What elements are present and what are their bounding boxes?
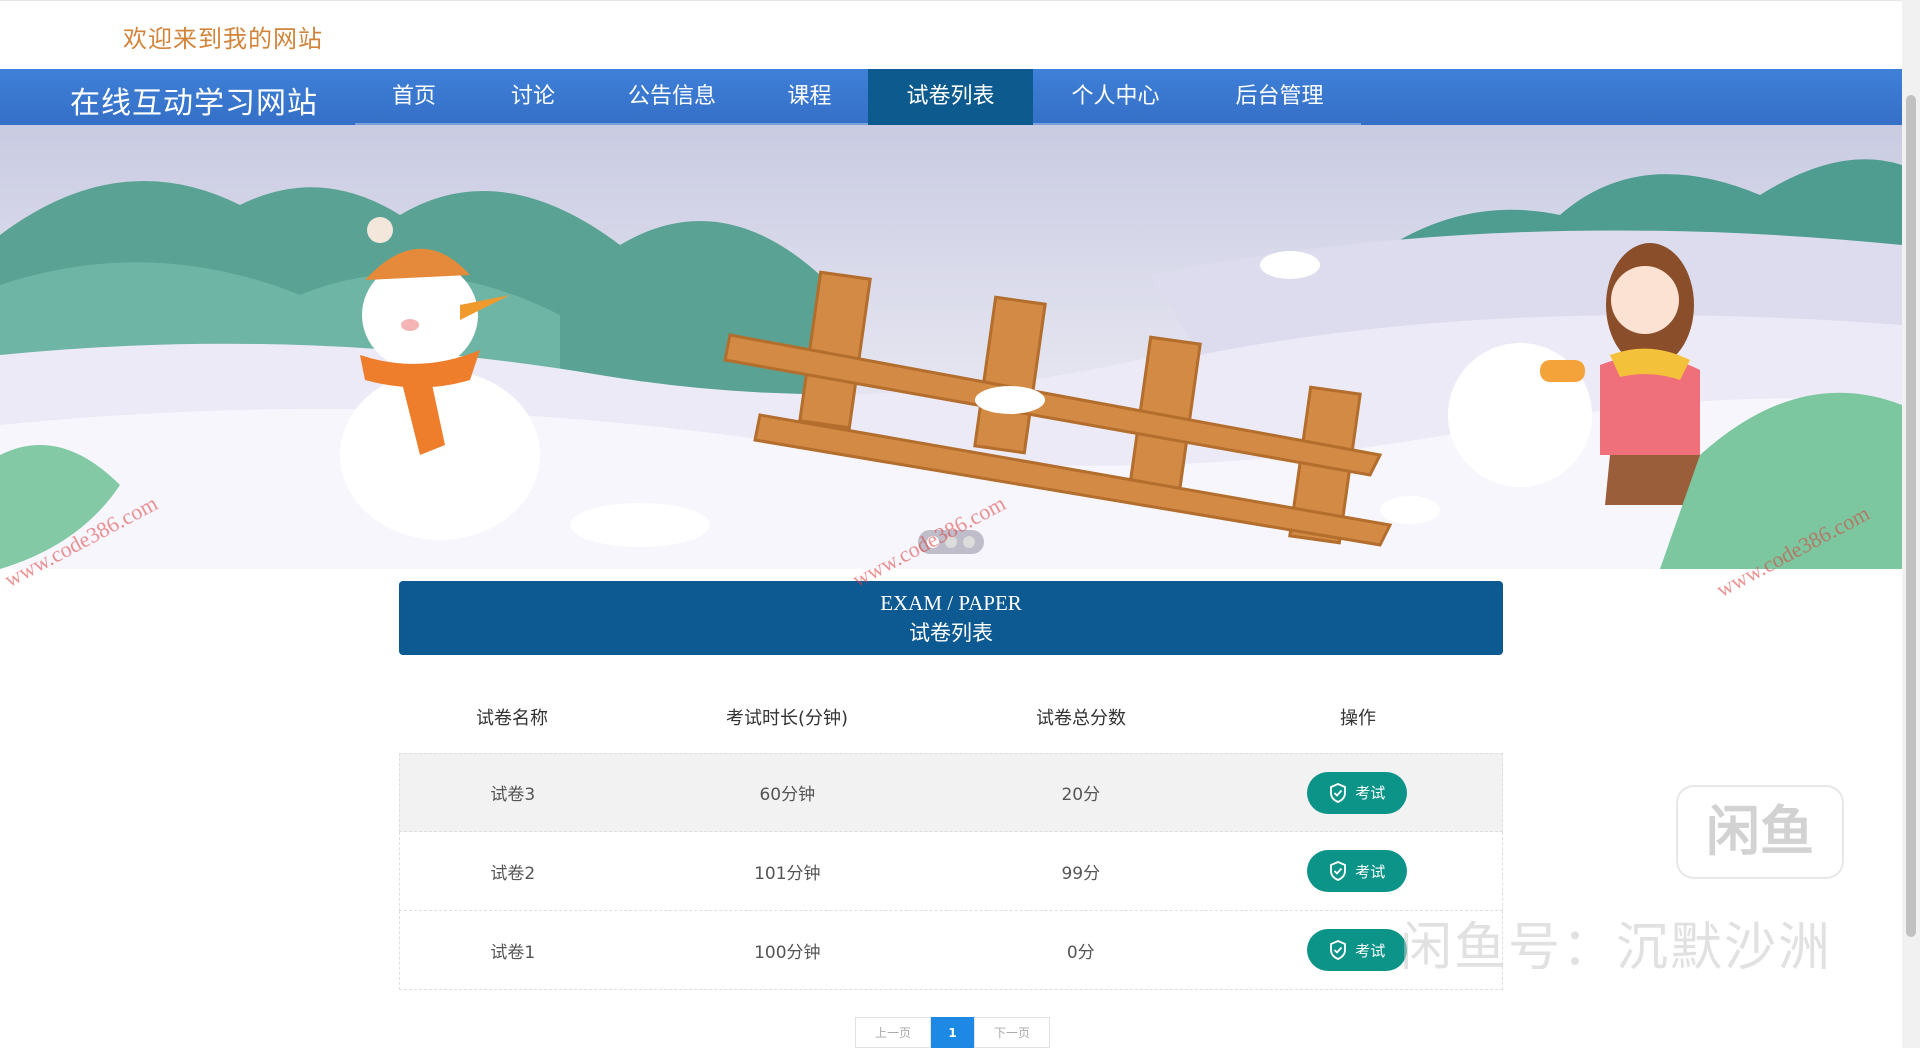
main-nav: 在线互动学习网站 首页 讨论 公告信息 课程 试卷列表 个人中心 后台管理 [0, 69, 1902, 125]
shield-check-icon [1330, 782, 1347, 803]
section-title-cn: 试卷列表 [909, 621, 993, 645]
cell-duration: 101分钟 [754, 863, 821, 884]
next-page-button[interactable]: 下一页 [974, 1017, 1050, 1048]
nav-item-discussion[interactable]: 讨论 [473, 69, 593, 125]
carousel-dot-3[interactable] [963, 536, 975, 548]
cell-action: 考试 [1213, 771, 1502, 814]
welcome-text: 欢迎来到我的网站 [123, 25, 323, 53]
banner-carousel[interactable] [0, 125, 1902, 569]
nav-item-admin[interactable]: 后台管理 [1198, 69, 1361, 125]
take-exam-button[interactable]: 考试 [1307, 850, 1408, 892]
cell-duration: 60分钟 [759, 785, 816, 805]
nav-item-exam-list[interactable]: 试卷列表 [868, 69, 1033, 125]
nav-items: 首页 讨论 公告信息 课程 试卷列表 个人中心 后台管理 [355, 69, 1361, 125]
current-page[interactable]: 1 [931, 1017, 974, 1048]
nav-item-courses[interactable]: 课程 [751, 69, 868, 125]
watermark-logo: 闲鱼 [1676, 785, 1844, 879]
prev-page-button[interactable]: 上一页 [855, 1017, 931, 1048]
watermark-seller: 闲鱼号：沉默沙洲 [1400, 918, 1833, 978]
table-header: 试卷名称 考试时长(分钟) 试卷总分数 操作 [399, 680, 1503, 753]
header-duration: 考试时长(分钟) [725, 707, 849, 729]
cell-action: 考试 [1213, 850, 1502, 892]
cell-exam-name: 试卷3 [490, 785, 536, 805]
header-exam-name: 试卷名称 [476, 707, 548, 729]
take-exam-label: 考试 [1355, 941, 1386, 960]
scrollbar-thumb[interactable] [1906, 95, 1916, 937]
pagination: 上一页 1 下一页 [855, 1017, 1050, 1048]
shield-check-icon [1330, 861, 1347, 881]
cell-total-score: 99分 [1061, 863, 1101, 884]
exam-table: 试卷名称 考试时长(分钟) 试卷总分数 操作 试卷3 60分钟 20分 考试 试… [399, 680, 1503, 990]
section-title-en: EXAM / PAPER [880, 591, 1022, 615]
shield-check-icon [1330, 940, 1347, 960]
cell-total-score: 20分 [1061, 785, 1101, 805]
top-bar: 欢迎来到我的网站 [0, 0, 1902, 69]
header-total-score: 试卷总分数 [1036, 707, 1126, 729]
table-row: 试卷2 101分钟 99分 考试 [399, 832, 1503, 911]
nav-item-personal-center[interactable]: 个人中心 [1033, 69, 1198, 125]
header-action: 操作 [1340, 707, 1376, 729]
take-exam-button[interactable]: 考试 [1307, 771, 1408, 814]
table-row: 试卷1 100分钟 0分 考试 [399, 911, 1503, 990]
section-title-box: EXAM / PAPER 试卷列表 [399, 581, 1503, 655]
cell-duration: 100分钟 [754, 942, 821, 963]
take-exam-label: 考试 [1355, 862, 1386, 881]
table-row: 试卷3 60分钟 20分 考试 [399, 753, 1503, 832]
nav-item-home[interactable]: 首页 [355, 69, 473, 125]
cell-total-score: 0分 [1066, 942, 1095, 963]
site-brand[interactable]: 在线互动学习网站 [70, 78, 318, 122]
take-exam-button[interactable]: 考试 [1307, 929, 1408, 971]
nav-item-announcements[interactable]: 公告信息 [593, 69, 751, 125]
cell-exam-name: 试卷2 [490, 863, 536, 884]
banner-illustration [0, 159, 1902, 569]
cell-exam-name: 试卷1 [490, 942, 536, 963]
take-exam-label: 考试 [1355, 784, 1386, 802]
